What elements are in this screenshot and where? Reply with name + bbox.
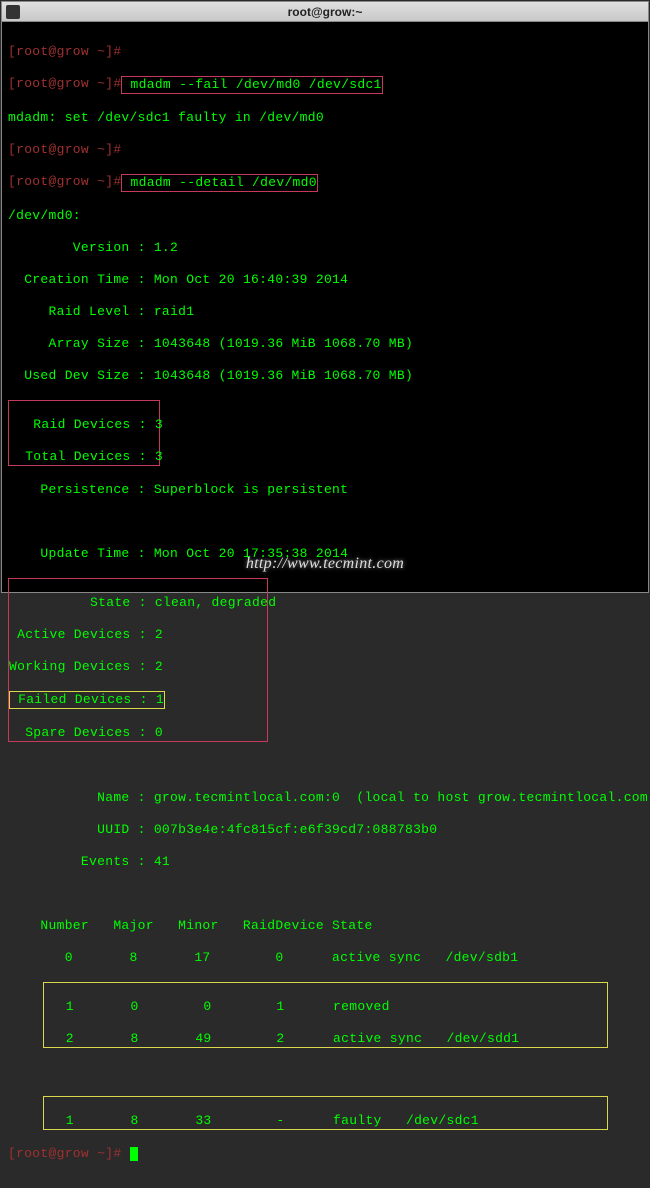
table-row: 1 0 0 1 removed (9, 999, 607, 1015)
prompt-line: [root@grow ~]# (8, 142, 644, 158)
prompt-line: [root@grow ~]# (8, 44, 644, 60)
creation-line: Creation Time : Mon Oct 20 16:40:39 2014 (8, 272, 644, 288)
uuid-line: UUID : 007b3e4e:4fc815cf:e6f39cd7:088783… (8, 822, 644, 838)
name-line: Name : grow.tecmintlocal.com:0 (local to… (8, 790, 644, 806)
spare-devices-line: Spare Devices : 0 (9, 725, 267, 741)
arraysize-line: Array Size : 1043648 (1019.36 MiB 1068.7… (8, 336, 644, 352)
fail-output: mdadm: set /dev/sdc1 faulty in /dev/md0 (8, 110, 644, 126)
table-header: Number Major Minor RaidDevice State (8, 918, 644, 934)
blank-line (8, 886, 644, 902)
blank-line (8, 514, 644, 530)
events-line: Events : 41 (8, 854, 644, 870)
devices-box: Raid Devices : 3 Total Devices : 3 (8, 400, 160, 466)
update-line: Update Time : Mon Oct 20 17:35:38 2014 (8, 546, 644, 562)
total-devices-line: Total Devices : 3 (9, 449, 159, 465)
faulty-box: 1 8 33 - faulty /dev/sdc1 (43, 1096, 608, 1130)
cursor (130, 1147, 138, 1161)
terminal-body[interactable]: [root@grow ~]# [root@grow ~]# mdadm --fa… (2, 22, 648, 592)
title-text: root@grow:~ (288, 5, 363, 19)
cmd-detail-line: [root@grow ~]# mdadm --detail /dev/md0 (8, 174, 644, 192)
table-row: 0 8 17 0 active sync /dev/sdb1 (8, 950, 644, 966)
version-line: Version : 1.2 (8, 240, 644, 256)
table-row: 1 8 33 - faulty /dev/sdc1 (9, 1113, 607, 1129)
raidlevel-line: Raid Level : raid1 (8, 304, 644, 320)
persistence-line: Persistence : Superblock is persistent (8, 482, 644, 498)
blank-line (8, 1064, 644, 1080)
prompt-final: [root@grow ~]# (8, 1146, 644, 1162)
cmd-fail-line: [root@grow ~]# mdadm --fail /dev/md0 /de… (8, 76, 644, 94)
useddev-line: Used Dev Size : 1043648 (1019.36 MiB 106… (8, 368, 644, 384)
raid-devices-line: Raid Devices : 3 (9, 417, 159, 433)
failed-devices-line: Failed Devices : 1 (9, 691, 267, 709)
blank-line (8, 758, 644, 774)
device-path: /dev/md0: (8, 208, 644, 224)
table-row: 2 8 49 2 active sync /dev/sdd1 (9, 1031, 607, 1047)
state-line: State : clean, degraded (9, 595, 267, 611)
working-devices-line: Working Devices : 2 (9, 659, 267, 675)
active-devices-line: Active Devices : 2 (9, 627, 267, 643)
titlebar[interactable]: root@grow:~ (2, 2, 648, 22)
removed-sync-box: 1 0 0 1 removed 2 8 49 2 active sync /de… (43, 982, 608, 1048)
terminal-window: root@grow:~ [root@grow ~]# [root@grow ~]… (1, 1, 649, 593)
app-icon (6, 5, 20, 19)
state-box: State : clean, degraded Active Devices :… (8, 578, 268, 742)
